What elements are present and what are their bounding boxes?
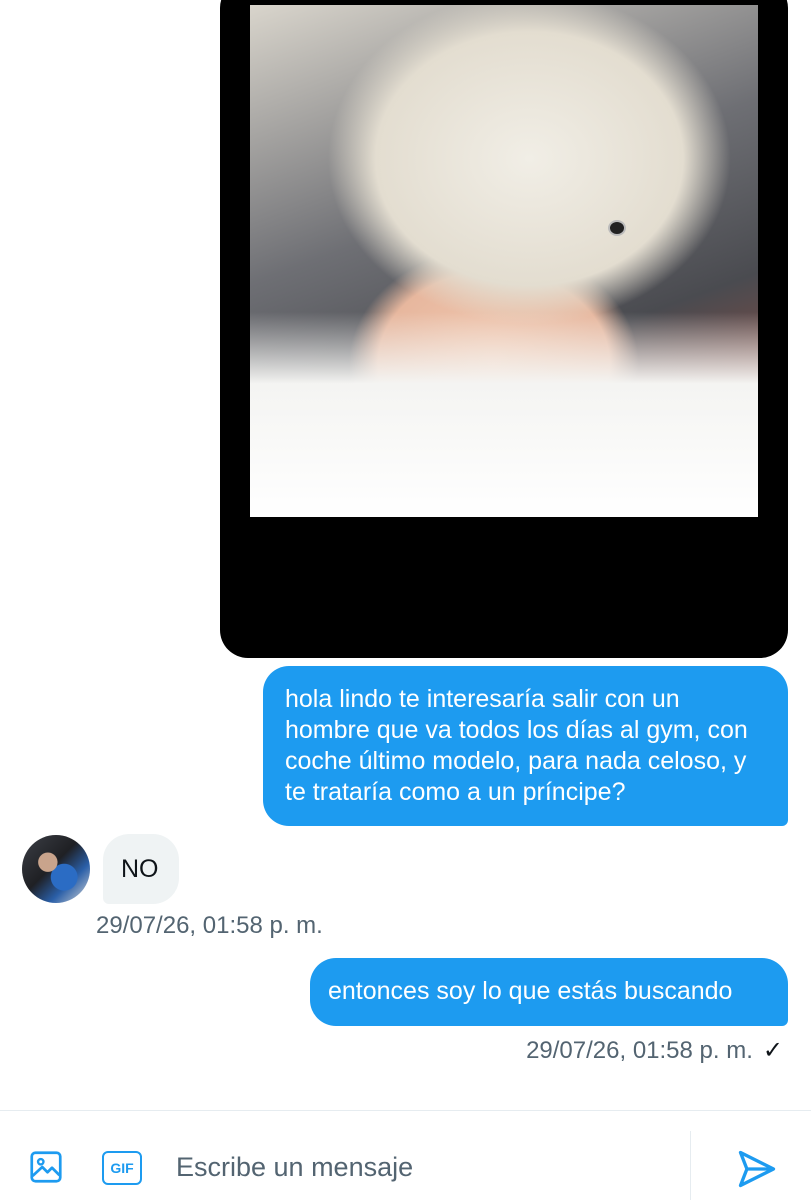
sent-photo[interactable] xyxy=(250,5,758,517)
message-composer: GIF xyxy=(0,1110,811,1200)
received-timestamp: 29/07/26, 01:58 p. m. xyxy=(96,912,323,939)
check-icon: ✓ xyxy=(762,1037,783,1064)
photo-earring xyxy=(608,220,626,236)
sent-image-message[interactable] xyxy=(220,0,788,658)
send-icon[interactable] xyxy=(735,1147,779,1191)
photo-shirt-region xyxy=(250,312,758,517)
sent-message-bubble[interactable]: hola lindo te interesaría salir con un h… xyxy=(263,666,788,826)
sent-timestamp-row: 29/07/26, 01:58 p. m. ✓ xyxy=(526,1036,783,1065)
sent-message-bubble[interactable]: entonces soy lo que estás buscando xyxy=(310,958,788,1026)
dm-conversation: hola lindo te interesaría salir con un h… xyxy=(0,0,811,1200)
message-input[interactable] xyxy=(176,1147,676,1187)
sent-timestamp: 29/07/26, 01:58 p. m. xyxy=(526,1037,753,1064)
image-icon[interactable] xyxy=(28,1149,64,1185)
avatar[interactable] xyxy=(22,835,90,903)
composer-divider xyxy=(690,1131,691,1200)
received-message-bubble[interactable]: NO xyxy=(103,834,179,904)
gif-icon[interactable]: GIF xyxy=(102,1151,142,1185)
